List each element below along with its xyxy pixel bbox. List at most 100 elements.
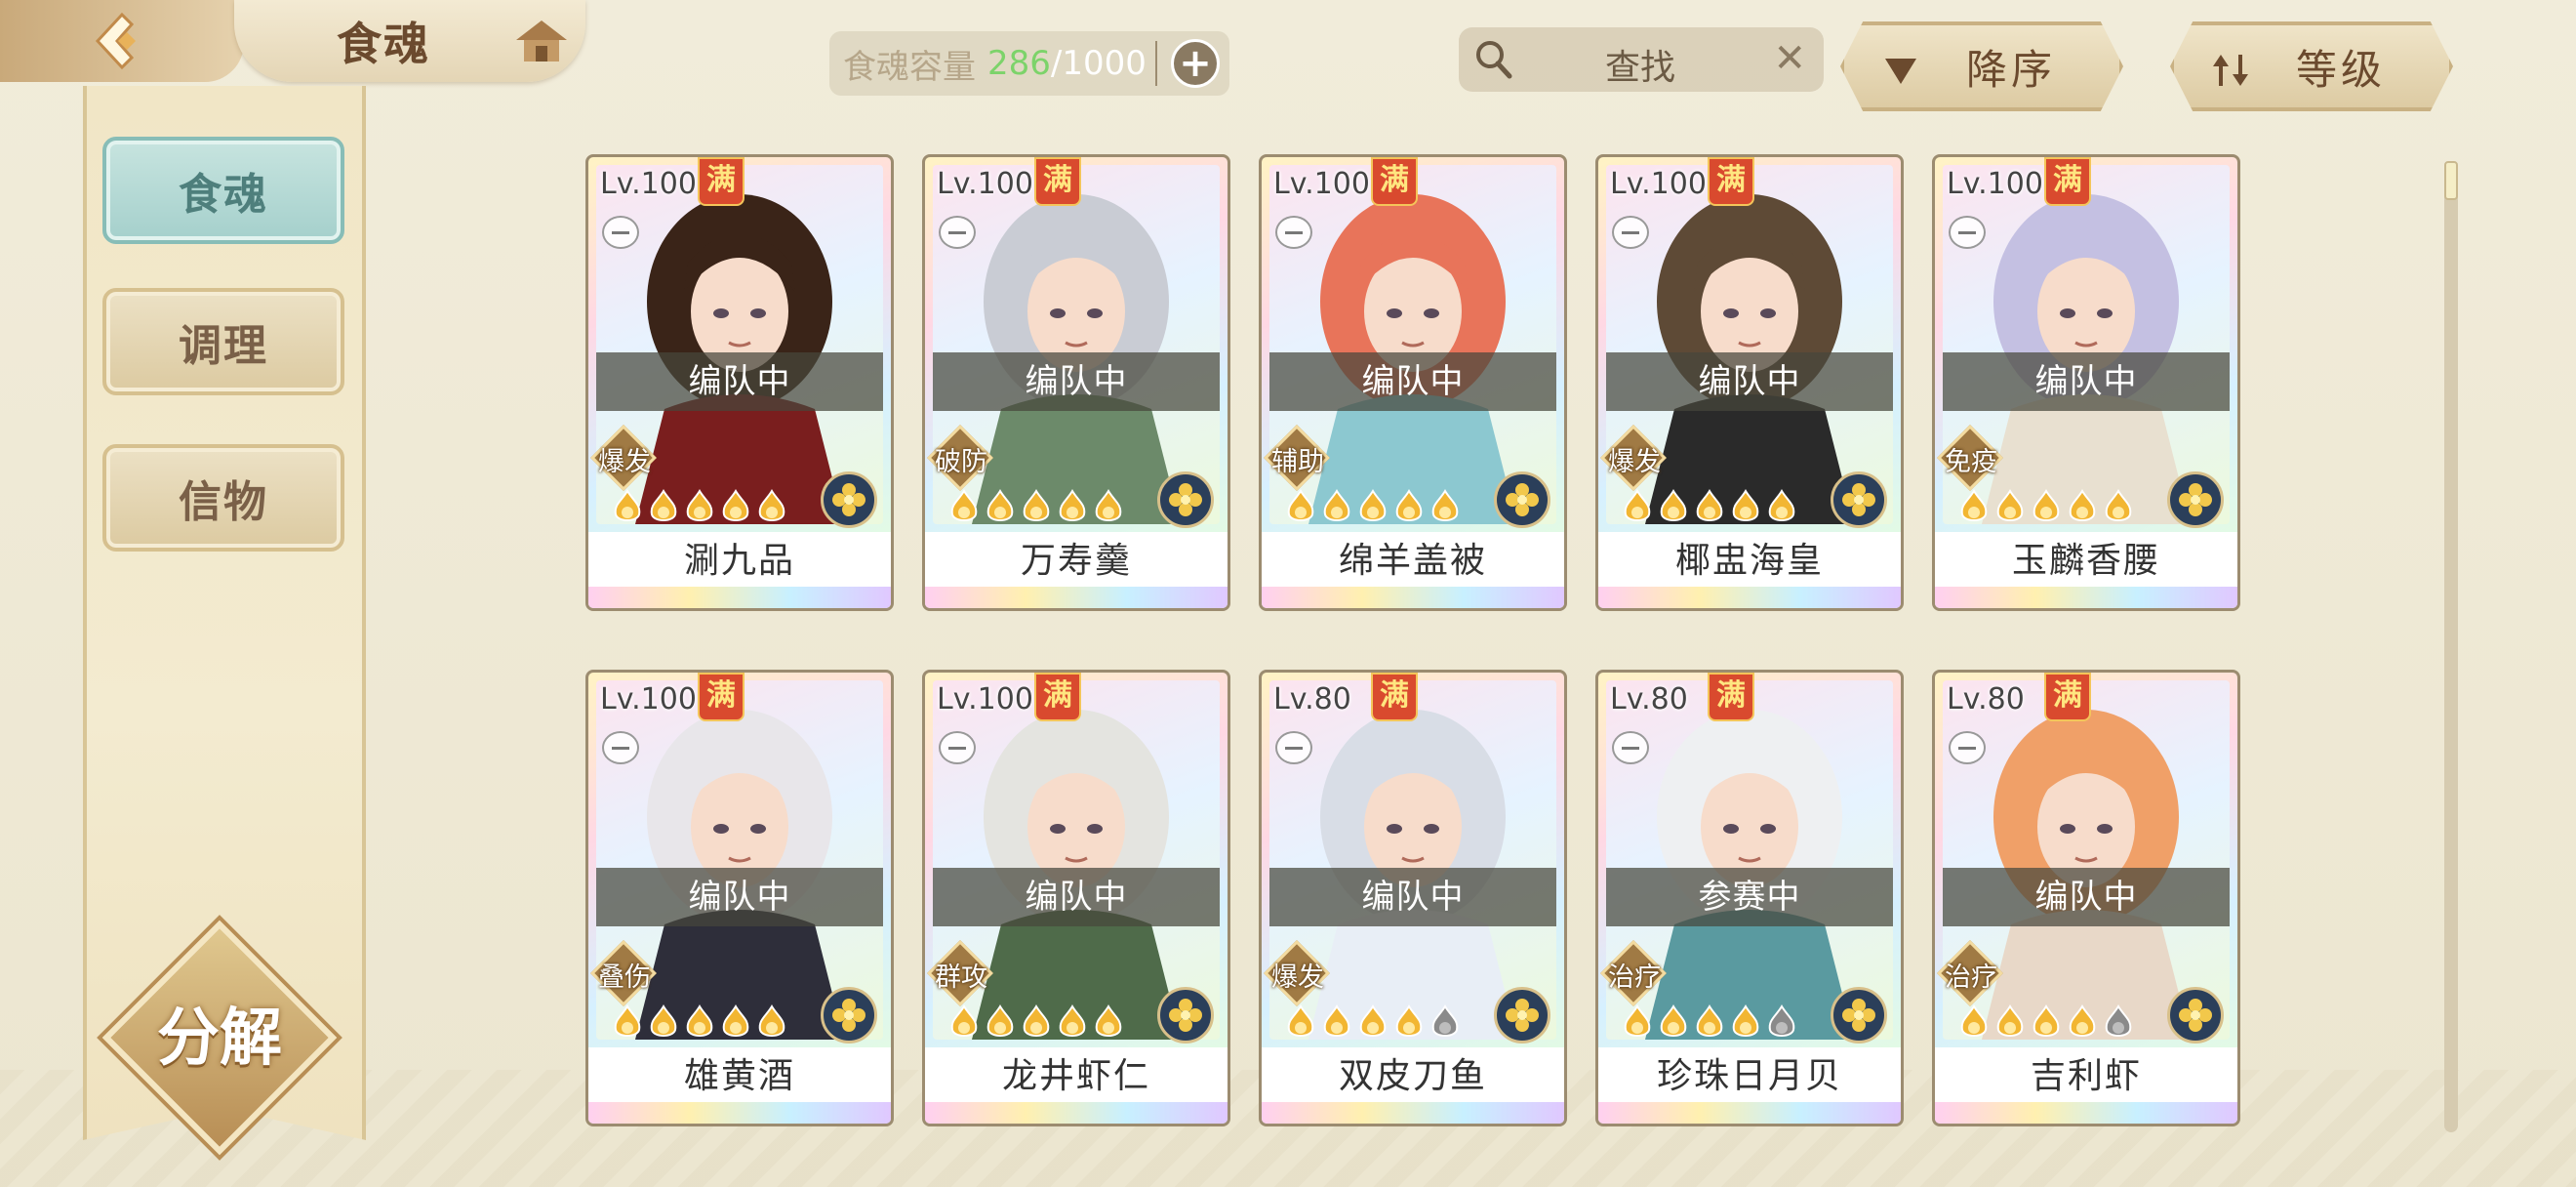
flame-star-icon — [614, 489, 641, 521]
flame-star-icon — [650, 489, 677, 521]
role-badge: 辅助 — [1264, 425, 1330, 491]
level-label: Lv.100 — [937, 682, 1033, 716]
back-button[interactable] — [0, 0, 244, 82]
page-title: 食魂 — [337, 18, 430, 70]
clear-search-icon[interactable]: ✕ — [1773, 39, 1806, 78]
role-label: 辅助 — [1271, 447, 1324, 477]
food-soul-card[interactable]: Lv.80 满 编队中 爆发 双皮刀鱼 — [1259, 670, 1567, 1126]
flame-star-icon — [986, 489, 1014, 521]
status-banner: 编队中 — [596, 868, 883, 926]
flower-icon — [2179, 483, 2212, 516]
food-soul-card[interactable]: Lv.100 满 编队中 辅助 绵羊盖被 — [1259, 154, 1567, 611]
role-badge: 叠伤 — [590, 940, 657, 1006]
food-soul-card[interactable]: Lv.100 满 编队中 破防 万寿羹 — [922, 154, 1230, 611]
add-capacity-button[interactable]: + — [1171, 39, 1220, 88]
star-rating — [1285, 489, 1461, 528]
food-soul-card[interactable]: Lv.100 满 编队中 爆发 涮九品 — [585, 154, 894, 611]
element-emblem-icon — [2167, 987, 2224, 1044]
sort-by-button[interactable]: 等级 — [2170, 21, 2453, 111]
flame-star-icon — [614, 1004, 641, 1037]
star-rating — [948, 489, 1124, 528]
role-badge: 爆发 — [590, 425, 657, 491]
flame-star-icon — [2033, 489, 2060, 521]
role-badge: 破防 — [927, 425, 993, 491]
plus-icon: + — [1179, 41, 1212, 86]
flame-star-icon — [1696, 1004, 1723, 1037]
sort-order-button[interactable]: 降序 — [1840, 21, 2123, 111]
rarity-strip — [1598, 1102, 1901, 1124]
element-emblem-icon — [821, 471, 877, 528]
flame-star-icon — [950, 1004, 978, 1037]
lock-toggle-icon[interactable] — [1275, 216, 1312, 249]
tab-keepsake[interactable]: 信物 — [102, 444, 344, 552]
lock-toggle-icon[interactable] — [1612, 216, 1649, 249]
element-emblem-icon — [1157, 471, 1214, 528]
max-level-badge: 满 — [1708, 157, 1754, 206]
tab-conditioning[interactable]: 调理 — [102, 288, 344, 395]
lock-toggle-icon[interactable] — [939, 216, 976, 249]
star-rating — [1958, 1004, 2134, 1044]
flame-star-icon — [758, 489, 785, 521]
role-label: 爆发 — [1271, 962, 1324, 993]
flame-star-icon — [1660, 1004, 1687, 1037]
max-level-badge: 满 — [2044, 673, 2091, 721]
flame-star-icon — [722, 1004, 749, 1037]
lock-toggle-icon[interactable] — [1949, 216, 1986, 249]
empty-flame-star-icon — [2105, 1004, 2132, 1037]
flame-star-icon — [1023, 489, 1050, 521]
lock-toggle-icon[interactable] — [602, 216, 639, 249]
food-soul-card[interactable]: Lv.80 满 编队中 治疗 吉利虾 — [1932, 670, 2240, 1126]
rarity-strip — [1598, 587, 1901, 608]
flower-icon — [2179, 999, 2212, 1032]
flame-star-icon — [1359, 1004, 1387, 1037]
level-label: Lv.80 — [1273, 682, 1351, 716]
flame-star-icon — [1095, 1004, 1122, 1037]
character-name: 吉利虾 — [1935, 1047, 2237, 1106]
element-emblem-icon — [1157, 987, 1214, 1044]
role-badge: 爆发 — [1600, 425, 1667, 491]
lock-toggle-icon[interactable] — [939, 731, 976, 764]
character-name: 椰盅海皇 — [1598, 532, 1901, 591]
scrollbar[interactable] — [2444, 161, 2458, 1132]
flower-icon — [832, 483, 865, 516]
level-label: Lv.80 — [1947, 682, 2025, 716]
lock-toggle-icon[interactable] — [602, 731, 639, 764]
rarity-strip — [1935, 1102, 2237, 1124]
food-soul-card[interactable]: Lv.80 满 参赛中 治疗 珍珠日月贝 — [1595, 670, 1904, 1126]
flame-star-icon — [1287, 489, 1314, 521]
element-emblem-icon — [1831, 987, 1887, 1044]
lock-toggle-icon[interactable] — [1949, 731, 1986, 764]
flower-icon — [1506, 999, 1539, 1032]
flame-star-icon — [1696, 489, 1723, 521]
max-level-badge: 满 — [1034, 673, 1081, 721]
search-input[interactable]: 查找 ✕ — [1459, 27, 1824, 92]
level-label: Lv.100 — [600, 167, 697, 201]
capacity-max: 1000 — [1062, 44, 1147, 83]
triangle-down-icon — [1885, 59, 1916, 84]
decompose-label[interactable]: 分解 — [117, 988, 322, 1078]
tab-food-soul[interactable]: 食魂 — [102, 137, 344, 244]
food-soul-card[interactable]: Lv.100 满 编队中 爆发 椰盅海皇 — [1595, 154, 1904, 611]
role-badge: 群攻 — [927, 940, 993, 1006]
flame-star-icon — [1323, 1004, 1350, 1037]
flame-star-icon — [1395, 489, 1423, 521]
food-soul-card[interactable]: Lv.100 满 编队中 群攻 龙井虾仁 — [922, 670, 1230, 1126]
flame-star-icon — [722, 489, 749, 521]
status-banner: 编队中 — [596, 352, 883, 411]
status-banner: 编队中 — [933, 868, 1220, 926]
capacity-label: 食魂容量 — [843, 47, 976, 87]
role-badge: 免疫 — [1937, 425, 2003, 491]
food-soul-card[interactable]: Lv.100 满 编队中 叠伤 雄黄酒 — [585, 670, 894, 1126]
search-label: 查找 — [1605, 48, 1676, 88]
rarity-strip — [925, 1102, 1228, 1124]
lock-toggle-icon[interactable] — [1275, 731, 1312, 764]
max-level-badge: 满 — [1034, 157, 1081, 206]
house-icon[interactable] — [512, 15, 571, 67]
scrollbar-thumb[interactable] — [2444, 161, 2458, 200]
element-emblem-icon — [1494, 987, 1550, 1044]
food-soul-card[interactable]: Lv.100 满 编队中 免疫 玉麟香腰 — [1932, 154, 2240, 611]
tab-conditioning-label: 调理 — [179, 321, 268, 371]
flame-star-icon — [686, 1004, 713, 1037]
lock-toggle-icon[interactable] — [1612, 731, 1649, 764]
max-level-badge: 满 — [2044, 157, 2091, 206]
